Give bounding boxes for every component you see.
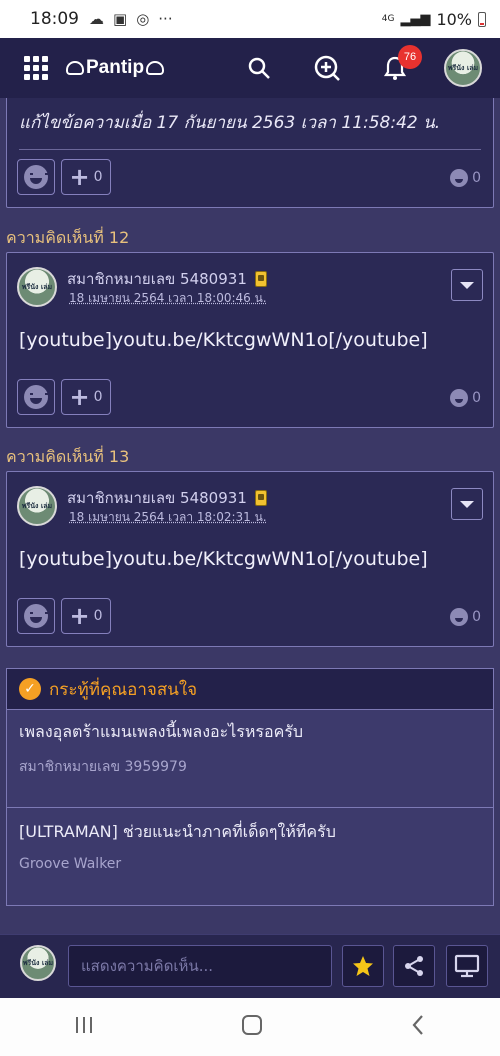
image-icon: ▣: [113, 10, 128, 28]
plus-count: 0: [93, 389, 103, 405]
status-time: 18:09: [30, 9, 79, 29]
reaction-count: 0: [472, 390, 481, 406]
favorite-button[interactable]: [342, 945, 384, 987]
battery-text: 10%: [436, 9, 472, 29]
member-badge-icon: [254, 490, 267, 506]
emotion-button[interactable]: [17, 598, 55, 634]
comment-date[interactable]: 18 เมษายน 2564 เวลา 18:02:31 น.: [69, 508, 267, 527]
my-avatar[interactable]: พรีนัง เล่ม: [20, 945, 56, 981]
reaction-summary[interactable]: 0: [450, 608, 481, 626]
member-badge-icon: [254, 271, 267, 287]
suggested-topics-header: ✓ กระทู้ที่คุณอาจสนใจ: [6, 668, 494, 710]
commenter-name[interactable]: สมาชิกหมายเลข 5480931: [67, 486, 267, 510]
notification-badge: 76: [398, 45, 422, 69]
comment-body: [youtube]youtu.be/KktcgwWN1o[/youtube]: [19, 548, 428, 570]
notification-bell-icon[interactable]: 76: [376, 45, 422, 87]
emotion-button[interactable]: [17, 379, 55, 415]
smiley-icon: [24, 385, 48, 409]
comment-card-12: พรีนัง เล่ม สมาชิกหมายเลข 5480931 18 เมษ…: [6, 252, 494, 428]
comment-options-dropdown[interactable]: [451, 269, 483, 301]
app-header: Pantip 76 พรีนัง เล่ม: [0, 38, 500, 98]
suggested-topic-item[interactable]: เพลงอุลตร้าแมนเพลงนี้เพลงอะไรหรอครับ สมา…: [6, 710, 494, 808]
edit-note: แก้ไขข้อความเมื่อ 17 กันยายน 2563 เวลา 1…: [19, 113, 441, 133]
commenter-username[interactable]: สมาชิกหมายเลข 5480931: [67, 267, 247, 291]
more-icon: ···: [158, 10, 173, 28]
plus-icon: +: [69, 383, 90, 411]
comment-card-13: พรีนัง เล่ม สมาชิกหมายเลข 5480931 18 เมษ…: [6, 471, 494, 647]
card-divider: [19, 149, 481, 150]
smiley-icon: [450, 608, 469, 626]
plus-icon: +: [69, 163, 90, 191]
suggested-topic-title[interactable]: เพลงอุลตร้าแมนเพลงนี้เพลงอะไรหรอครับ: [19, 720, 303, 745]
plus-count: 0: [93, 608, 103, 624]
menu-grid-icon[interactable]: [18, 50, 54, 86]
home-icon[interactable]: [240, 1013, 264, 1041]
smiley-icon: [24, 604, 48, 628]
reaction-count: 0: [472, 170, 481, 186]
plus-vote-button[interactable]: +0: [61, 159, 111, 195]
comment-label-13: ความคิดเห็นที่ 13: [6, 447, 130, 466]
comment-body: [youtube]youtu.be/KktcgwWN1o[/youtube]: [19, 329, 428, 351]
back-icon[interactable]: [408, 1013, 428, 1041]
share-icon: [405, 956, 423, 976]
recent-apps-icon[interactable]: [72, 1015, 96, 1039]
user-avatar[interactable]: พรีนัง เล่ม: [444, 49, 482, 87]
commenter-name[interactable]: สมาชิกหมายเลข 5480931: [67, 267, 267, 291]
status-notification-icons: ☁ ▣ ◎ ···: [89, 10, 173, 28]
smiley-icon: [450, 169, 469, 187]
smiley-icon: [450, 389, 469, 407]
suggested-topic-author: Groove Walker: [19, 856, 122, 872]
chevron-down-icon: [460, 281, 474, 289]
reaction-summary[interactable]: 0: [450, 169, 481, 187]
plus-vote-button[interactable]: +0: [61, 379, 111, 415]
plus-icon: +: [69, 602, 90, 630]
suggested-topics-title: กระทู้ที่คุณอาจสนใจ: [49, 679, 198, 700]
comment-date[interactable]: 18 เมษายน 2564 เวลา 18:00:46 น.: [69, 289, 267, 308]
emotion-button[interactable]: [17, 159, 55, 195]
content-area: แก้ไขข้อความเมื่อ 17 กันยายน 2563 เวลา 1…: [0, 98, 500, 934]
logo-text: Pantip: [86, 57, 145, 78]
comment-options-dropdown[interactable]: [451, 488, 483, 520]
sync-icon: ◎: [136, 10, 150, 28]
chevron-down-icon: [460, 500, 474, 508]
status-bar: 18:09 ☁ ▣ ◎ ··· 4G ▂▄▆ 10%: [0, 0, 500, 38]
heart-check-icon: ✓: [19, 678, 41, 700]
android-nav-bar: [0, 998, 500, 1056]
plus-vote-button[interactable]: +0: [61, 598, 111, 634]
plus-count: 0: [93, 169, 103, 185]
reaction-summary[interactable]: 0: [450, 389, 481, 407]
comment-input[interactable]: แสดงความคิดเห็น...: [68, 945, 332, 987]
weather-icon: ☁: [89, 10, 104, 28]
signal-icon: ▂▄▆: [400, 11, 431, 27]
commenter-avatar[interactable]: พรีนัง เล่ม: [17, 486, 57, 526]
share-button[interactable]: [393, 945, 435, 987]
comment-card-top: แก้ไขข้อความเมื่อ 17 กันยายน 2563 เวลา 1…: [6, 98, 494, 208]
logo-wheel-icon: [146, 61, 165, 75]
suggested-topic-item[interactable]: [ULTRAMAN] ช่วยแนะนำภาคที่เด็ดๆให้ทีครับ…: [6, 808, 494, 906]
logo-wheel-icon: [66, 61, 84, 75]
network-label: 4G: [381, 14, 395, 24]
commenter-avatar[interactable]: พรีนัง เล่ม: [17, 267, 57, 307]
comment-label-12: ความคิดเห็นที่ 12: [6, 228, 130, 247]
suggested-topic-author: สมาชิกหมายเลข 3959979: [19, 759, 187, 775]
reaction-count: 0: [472, 609, 481, 625]
suggested-topic-title[interactable]: [ULTRAMAN] ช่วยแนะนำภาคที่เด็ดๆให้ทีครับ: [19, 820, 336, 845]
comment-bar: พรีนัง เล่ม แสดงความคิดเห็น...: [0, 934, 500, 998]
battery-icon: [478, 11, 486, 27]
commenter-username[interactable]: สมาชิกหมายเลข 5480931: [67, 486, 247, 510]
monitor-icon: [454, 954, 480, 978]
new-topic-icon[interactable]: [308, 49, 346, 87]
search-icon[interactable]: [240, 49, 278, 87]
star-icon: [353, 956, 373, 976]
desktop-view-button[interactable]: [446, 945, 488, 987]
pantip-logo[interactable]: Pantip: [66, 57, 165, 79]
smiley-icon: [24, 165, 48, 189]
